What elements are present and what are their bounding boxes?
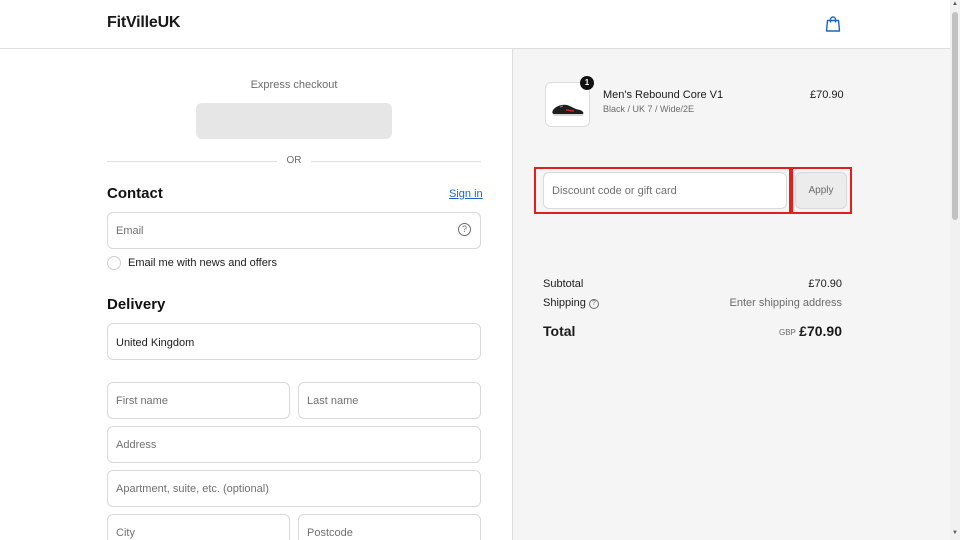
scroll-up-arrow-icon[interactable]: ▲ — [952, 1, 958, 7]
city-placeholder: City — [116, 527, 135, 539]
total-currency: GBP — [779, 328, 796, 337]
scroll-thumb[interactable] — [952, 12, 958, 220]
first-name-field[interactable]: First name — [107, 382, 290, 419]
shipping-value: Enter shipping address — [729, 297, 842, 309]
shipping-label-row: Shipping? — [543, 297, 599, 309]
delivery-title: Delivery — [107, 296, 166, 313]
email-placeholder: Email — [116, 225, 144, 237]
order-summary-panel: 1 Men's Rebound Core V1 Black / UK 7 / W… — [512, 49, 950, 540]
first-name-placeholder: First name — [116, 395, 168, 407]
shipping-help-icon[interactable]: ? — [588, 299, 599, 309]
country-value: United Kingdom — [116, 337, 195, 349]
country-select[interactable]: United Kingdom — [107, 323, 481, 360]
last-name-field[interactable]: Last name — [298, 382, 481, 419]
checkout-form-panel: Express checkout OR Contact Sign in Emai… — [0, 49, 512, 540]
discount-placeholder: Discount code or gift card — [552, 185, 677, 197]
or-divider: OR — [107, 154, 481, 168]
express-checkout-button[interactable] — [196, 103, 392, 139]
last-name-placeholder: Last name — [307, 395, 359, 407]
apply-button[interactable]: Apply — [795, 172, 847, 209]
scroll-down-arrow-icon[interactable]: ▼ — [952, 530, 958, 536]
subtotal-label: Subtotal — [543, 278, 584, 290]
express-checkout-label: Express checkout — [250, 79, 338, 91]
product-variant: Black / UK 7 / Wide/2E — [603, 104, 695, 114]
help-icon[interactable]: ? — [458, 223, 471, 236]
store-logo[interactable]: FitVilleUK — [107, 14, 180, 32]
total-value: £70.90 — [799, 323, 842, 339]
city-field[interactable]: City — [107, 514, 290, 540]
shipping-label: Shipping — [543, 297, 586, 309]
apartment-field[interactable]: Apartment, suite, etc. (optional) — [107, 470, 481, 507]
subtotal-value: £70.90 — [808, 278, 842, 290]
sign-in-link[interactable]: Sign in — [449, 188, 483, 200]
email-field[interactable]: Email ? — [107, 212, 481, 249]
shopping-bag-icon[interactable] — [824, 15, 842, 33]
quantity-badge: 1 — [580, 76, 594, 90]
address-placeholder: Address — [116, 439, 157, 451]
newsletter-checkbox[interactable] — [107, 256, 121, 270]
total-label: Total — [543, 323, 576, 339]
discount-code-field[interactable]: Discount code or gift card — [543, 172, 787, 209]
postcode-placeholder: Postcode — [307, 527, 353, 539]
checkout-header: FitVilleUK — [0, 0, 950, 49]
address-field[interactable]: Address — [107, 426, 481, 463]
or-text: OR — [286, 155, 302, 166]
apartment-placeholder: Apartment, suite, etc. (optional) — [116, 483, 269, 495]
product-price: £70.90 — [810, 89, 844, 101]
product-name: Men's Rebound Core V1 — [603, 89, 724, 101]
postcode-field[interactable]: Postcode — [298, 514, 481, 540]
newsletter-label: Email me with news and offers — [128, 257, 277, 269]
page-scrollbar[interactable]: ▲ ▼ — [950, 0, 960, 540]
contact-title: Contact — [107, 185, 163, 202]
